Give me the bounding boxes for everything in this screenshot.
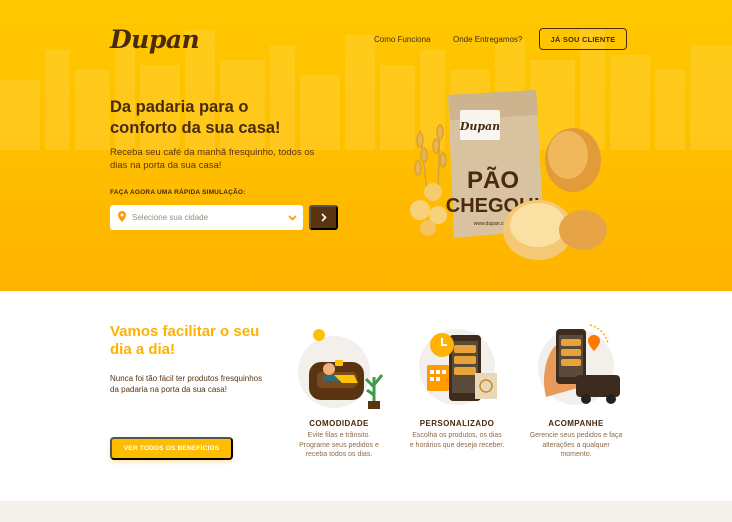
footer-strip: [0, 501, 732, 522]
feature-acompanhe: ACOMPANHE Gerencie seus pedidos e faça a…: [516, 317, 636, 460]
benefits-text: Nunca foi tão fácil ter produtos fresqui…: [110, 374, 263, 394]
bag-line1: PÃO: [467, 166, 519, 194]
nav-link-onde-entregamos[interactable]: Onde Entregamos?: [453, 35, 522, 44]
feature-desc-personalizado: Escolha os produtos, os dias e horários …: [409, 432, 505, 449]
nav-link-como-funciona[interactable]: Como Funciona: [374, 35, 430, 44]
feature-desc-comodidade: Evite filas e trânsito. Programe seus pe…: [299, 432, 379, 458]
delivery-tracking-icon: [538, 324, 620, 405]
hero-title: Da padaria para o conforto da sua casa!: [110, 98, 281, 137]
ver-beneficios-button[interactable]: VER TODOS OS BENEFÍCIOS: [110, 437, 233, 460]
ja-sou-cliente-button[interactable]: JÁ SOU CLIENTE: [539, 28, 627, 50]
bag-url: www.dupan.co: [474, 221, 507, 227]
benefits-section: Vamos facilitar o seu dia a dia! Nunca f…: [0, 291, 732, 501]
bag-brand: Dupan: [459, 120, 500, 133]
feature-title-acompanhe: ACOMPANHE: [548, 419, 604, 428]
feature-title-comodidade: COMODIDADE: [309, 419, 369, 428]
brand-logo[interactable]: Dupan: [110, 25, 200, 54]
city-select[interactable]: Selecione sua cidade: [110, 205, 303, 230]
feature-title-personalizado: PERSONALIZADO: [419, 419, 495, 428]
feature-comodidade: COMODIDADE Evite filas e trânsito. Progr…: [279, 317, 399, 460]
hero-subtitle: Receba seu café da manhã fresquinho, tod…: [110, 147, 315, 171]
bread-bag-illustration: Dupan PÃO CHEGOU! www.dupan.co: [410, 90, 607, 260]
simulate-go-button[interactable]: [309, 205, 338, 230]
city-select-placeholder: Selecione sua cidade: [132, 213, 209, 222]
hero-section: Dupan Como Funciona Onde Entregamos? JÁ …: [0, 0, 732, 291]
chevron-down-icon: [281, 214, 303, 221]
feature-personalizado: PERSONALIZADO Escolha os produtos, os di…: [397, 317, 517, 450]
feature-desc-acompanhe: Gerencie seus pedidos e faça alterações …: [529, 432, 623, 458]
phone-calendar-icon: [419, 329, 497, 405]
simulation-label: FAÇA AGORA UMA RÁPIDA SIMULAÇÃO:: [110, 189, 246, 196]
benefits-title: Vamos facilitar o seu dia a dia!: [110, 323, 260, 358]
person-relaxing-icon: [298, 329, 384, 409]
chevron-right-icon: [320, 210, 327, 225]
location-pin-icon: [118, 209, 126, 227]
